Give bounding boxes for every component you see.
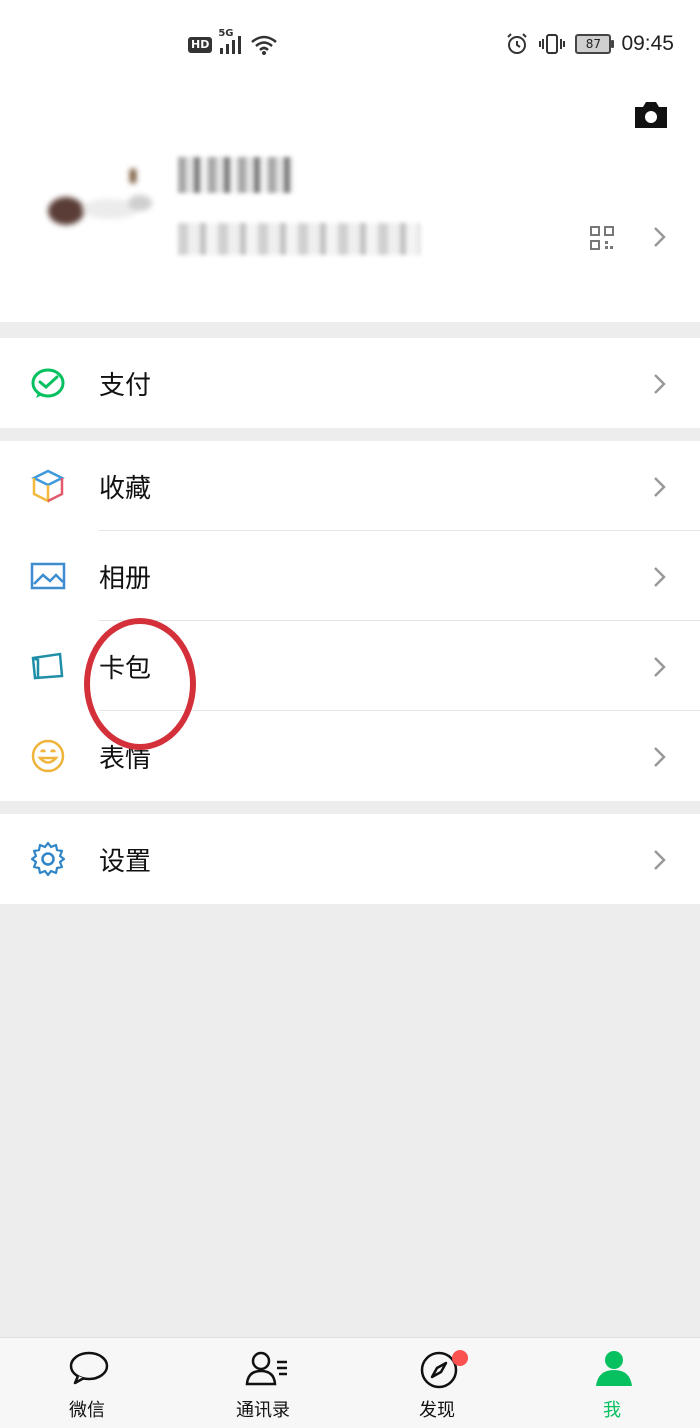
menu-item-label: 相册 bbox=[99, 563, 152, 594]
wechat-pay-icon bbox=[31, 368, 65, 398]
battery-indicator: 87 bbox=[575, 34, 615, 54]
tab-label: 通讯录 bbox=[236, 1400, 290, 1421]
annotation-circle bbox=[84, 618, 196, 750]
sticker-smiley-icon bbox=[31, 739, 65, 773]
system-indicators: 87 09:45 bbox=[505, 32, 674, 56]
qr-code-icon[interactable] bbox=[590, 226, 614, 250]
avatar[interactable] bbox=[40, 165, 158, 245]
profile-header[interactable] bbox=[0, 95, 700, 322]
tab-label: 发现 bbox=[419, 1400, 455, 1421]
menu-item-favorites[interactable]: 收藏 bbox=[0, 441, 700, 531]
pay-group: 支付 bbox=[0, 338, 700, 428]
menu-item-label: 收藏 bbox=[99, 473, 152, 504]
chevron-right-icon bbox=[654, 657, 666, 677]
tab-label: 我 bbox=[603, 1400, 621, 1421]
menu-item-label: 设置 bbox=[99, 846, 152, 877]
bottom-tab-bar: 微信 通讯录 发现 我 bbox=[0, 1337, 700, 1428]
contacts-icon bbox=[245, 1351, 287, 1386]
tab-label: 微信 bbox=[69, 1400, 105, 1421]
settings-group: 设置 bbox=[0, 814, 700, 904]
username-blurred bbox=[178, 157, 294, 193]
network-indicators: HD 5G bbox=[188, 28, 278, 56]
person-icon bbox=[596, 1351, 632, 1386]
wechat-id-blurred bbox=[178, 223, 420, 255]
notification-dot bbox=[452, 1350, 468, 1366]
status-bar: HD 5G 87 09:45 bbox=[0, 0, 700, 95]
wifi-icon bbox=[251, 35, 278, 55]
chevron-right-icon bbox=[654, 850, 666, 870]
menu-item-pay[interactable]: 支付 bbox=[0, 338, 700, 428]
chevron-right-icon[interactable] bbox=[652, 225, 668, 249]
chevron-right-icon bbox=[654, 747, 666, 767]
alarm-icon bbox=[507, 33, 528, 54]
tab-chats[interactable]: 微信 bbox=[27, 1338, 147, 1428]
gear-icon bbox=[30, 841, 66, 877]
card-wallet-icon bbox=[31, 652, 64, 680]
clock: 09:45 bbox=[621, 32, 674, 55]
camera-icon[interactable] bbox=[632, 99, 670, 131]
menu-item-label: 支付 bbox=[99, 370, 152, 401]
hd-badge: HD bbox=[188, 37, 213, 53]
tab-me[interactable]: 我 bbox=[552, 1338, 672, 1428]
chevron-right-icon bbox=[654, 477, 666, 497]
tab-discover[interactable]: 发现 bbox=[377, 1338, 497, 1428]
signal-5g-icon: 5G bbox=[218, 28, 244, 56]
menu-item-settings[interactable]: 设置 bbox=[0, 814, 700, 904]
network-type-label: 5G bbox=[218, 28, 234, 39]
menu-item-album[interactable]: 相册 bbox=[0, 531, 700, 621]
vibrate-icon bbox=[539, 34, 566, 54]
favorites-cube-icon bbox=[31, 469, 65, 504]
album-photo-icon bbox=[30, 562, 66, 590]
main-menu-group: 收藏 相册 卡包 表情 bbox=[0, 441, 700, 801]
tab-contacts[interactable]: 通讯录 bbox=[203, 1338, 323, 1428]
chevron-right-icon bbox=[654, 374, 666, 394]
chevron-right-icon bbox=[654, 567, 666, 587]
chat-bubble-icon bbox=[69, 1351, 109, 1385]
